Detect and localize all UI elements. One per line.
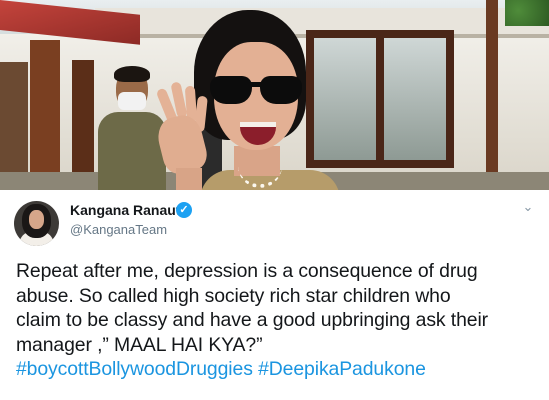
tweet-text-line: claim to be classy and have a good upbri… <box>16 309 489 331</box>
chevron-down-icon[interactable]: ⌄ <box>521 200 535 214</box>
photo-door <box>0 62 28 190</box>
waving-hand <box>150 81 211 190</box>
hashtag-link[interactable]: #DeepikaPadukone <box>258 358 426 380</box>
tweet-text-line: manager ,” MAAL HAI KYA?” <box>16 333 263 356</box>
sunglasses <box>210 76 304 106</box>
author-handle[interactable]: @KanganaTeam <box>70 222 167 237</box>
avatar[interactable] <box>14 201 59 246</box>
photo-woman-waving <box>150 10 370 190</box>
hashtag-link[interactable]: #boycottBollywoodDruggies <box>16 358 253 380</box>
photo-wooden-pillar <box>72 60 94 190</box>
photo-post <box>486 0 498 190</box>
verified-badge-icon: ✓ <box>176 202 192 218</box>
author-name[interactable]: Kangana Ranaut <box>70 202 180 218</box>
tweet-card: Kangana Ranaut ✓ @KanganaTeam ⌄ Repeat a… <box>0 190 549 400</box>
tweet-text: Repeat after me, depression is a consequ… <box>16 259 544 357</box>
tweet-photo <box>0 0 549 190</box>
photo-foliage <box>505 0 549 26</box>
hashtag-row: #boycottBollywoodDruggies #DeepikaPaduko… <box>16 357 426 382</box>
photo-window-pane <box>384 38 446 160</box>
tweet-text-line: abuse. So called high society rich star … <box>16 284 451 307</box>
tweet-text-line: Repeat after me, depression is a consequ… <box>16 260 478 282</box>
photo-wooden-pillar <box>30 40 60 190</box>
